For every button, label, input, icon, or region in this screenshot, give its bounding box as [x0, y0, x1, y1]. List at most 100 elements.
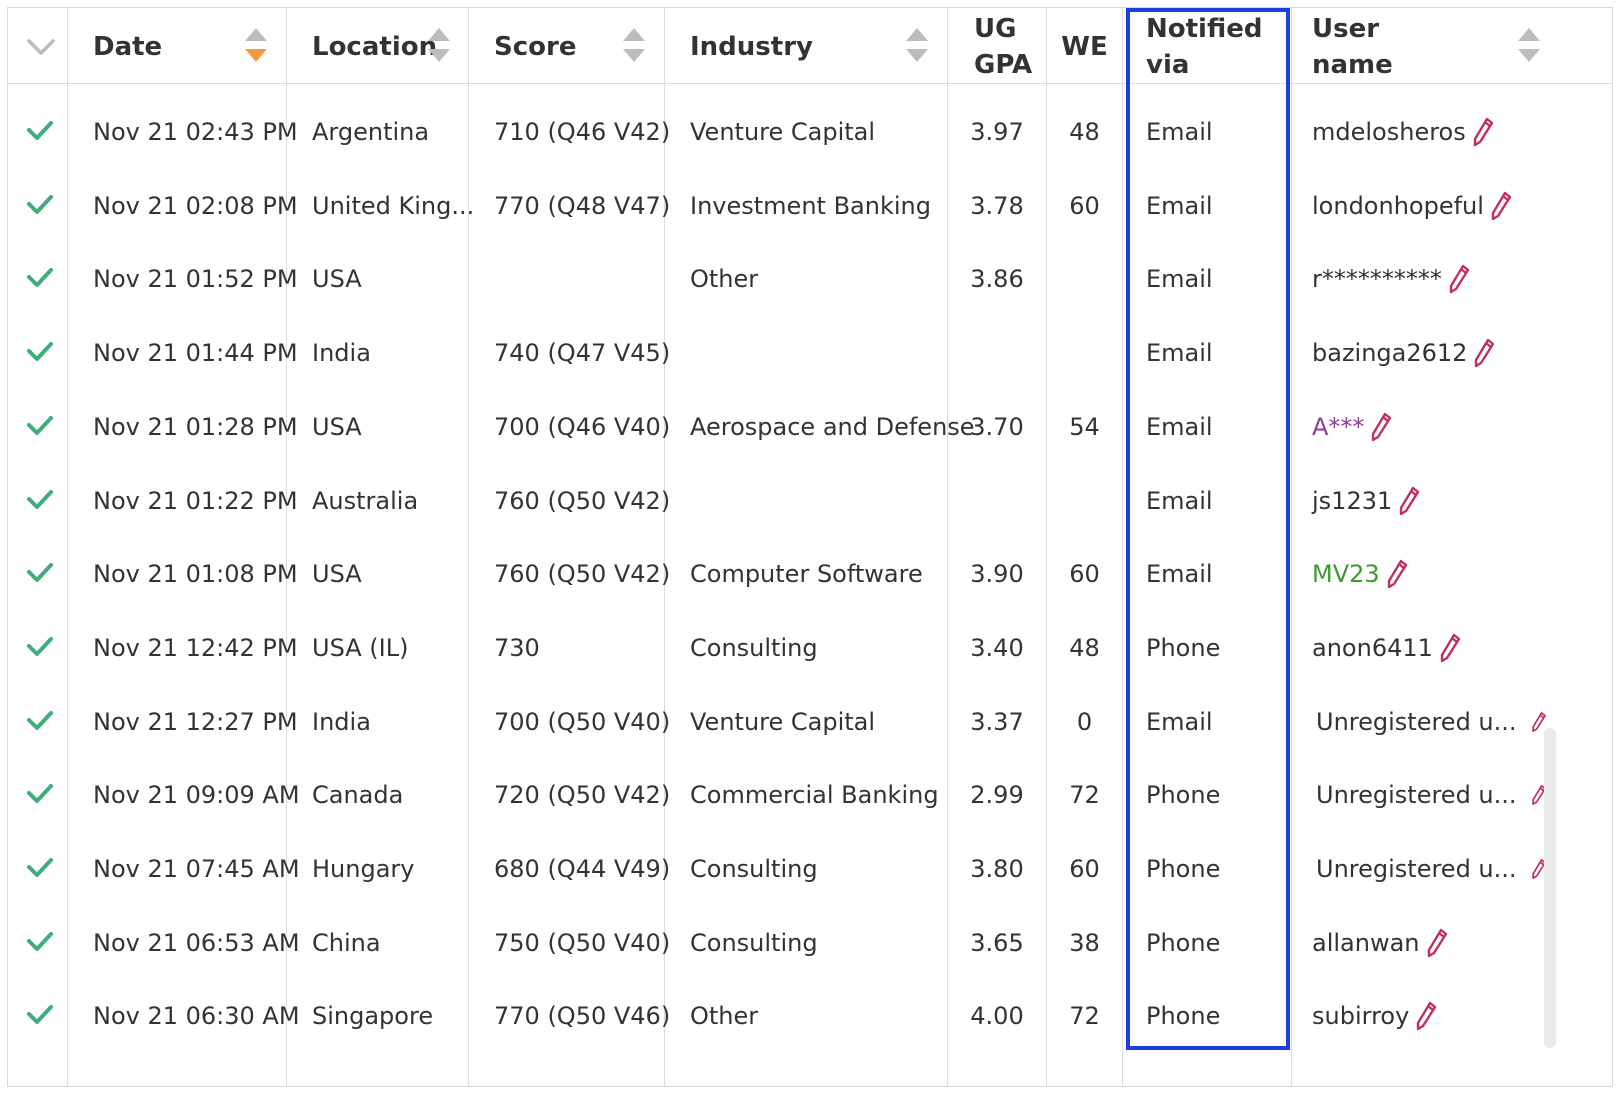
sort-up-icon [1518, 28, 1540, 41]
header-date-label: Date [93, 32, 163, 62]
username-link[interactable]: anon6411 [1312, 634, 1433, 662]
cell-score: 700 (Q50 V40) [494, 707, 671, 736]
table-row[interactable]: Nov 21 01:52 PM USA Other 3.86 Email r*******… [8, 241, 1612, 317]
sort-score-icon[interactable] [623, 28, 645, 62]
pencil-icon[interactable] [1415, 1001, 1437, 1031]
cell-we: 60 [1069, 855, 1100, 883]
header-industry[interactable]: Industry [690, 8, 930, 86]
sort-location-icon[interactable] [428, 28, 450, 62]
cell-score [494, 241, 664, 317]
cell-username: r********** [1312, 241, 1542, 317]
table-row[interactable]: Nov 21 02:43 PM Argentina 710 (Q46 V42) Ven… [8, 94, 1612, 170]
cell-we: 0 [1076, 707, 1093, 736]
cell-score: 710 (Q46 V42) [494, 118, 671, 146]
cell-gpa: 4.00 [970, 1002, 1024, 1031]
chevron-down-icon[interactable] [26, 38, 56, 56]
cell-we [1047, 463, 1122, 539]
pencil-icon[interactable] [1398, 486, 1420, 516]
scrollbar[interactable] [1544, 728, 1556, 1048]
check-icon [27, 931, 53, 951]
table-row[interactable]: Nov 21 12:27 PM India 700 (Q50 V40) Venture… [8, 684, 1612, 760]
cell-score: 760 (Q50 V42) [494, 486, 671, 515]
pencil-icon[interactable] [1370, 412, 1392, 442]
cell-score: 770 (Q48 V47) [494, 191, 671, 220]
cell-gpa [948, 463, 1046, 539]
pencil-icon[interactable] [1448, 264, 1470, 294]
cell-score: 700 (Q46 V40) [494, 412, 671, 441]
username-link[interactable]: js1231 [1312, 487, 1392, 515]
header-user-name[interactable]: User name [1312, 8, 1512, 86]
cell-industry: Consulting [690, 633, 818, 662]
cell-notified: Email [1146, 707, 1213, 736]
pencil-icon[interactable] [1426, 928, 1448, 958]
cell-we: 48 [1069, 633, 1100, 662]
username-link[interactable]: mdelosheros [1312, 118, 1466, 146]
sort-user-icon[interactable] [1518, 28, 1540, 62]
header-notified-line1: Notified [1146, 14, 1263, 44]
header-notified-line2: via [1146, 50, 1190, 80]
username-link[interactable]: Unregistered u... [1316, 855, 1517, 883]
cell-we: 54 [1069, 412, 1100, 441]
cell-username: bazinga2612 [1312, 315, 1542, 391]
cell-industry: Other [690, 1002, 759, 1031]
username-link[interactable]: A*** [1312, 413, 1364, 441]
username-link[interactable]: subirroy [1312, 1002, 1409, 1030]
table-row[interactable]: Nov 21 02:08 PM United King... 770 (Q48 V4… [8, 168, 1612, 244]
pencil-icon[interactable] [1473, 338, 1495, 368]
cell-location: Singapore [312, 1002, 434, 1031]
table-row[interactable]: Nov 21 01:44 PM India 740 (Q47 V45) Email ba… [8, 315, 1612, 391]
cell-gpa: 3.37 [970, 707, 1024, 736]
header-industry-label: Industry [690, 32, 813, 62]
check-icon [27, 415, 53, 435]
table-row[interactable]: Nov 21 06:53 AM China 750 (Q50 V40) Consult… [8, 905, 1612, 981]
pencil-icon[interactable] [1439, 633, 1461, 663]
cell-date: Nov 21 01:52 PM [93, 265, 298, 294]
cell-location: India [312, 707, 371, 736]
cell-score: 680 (Q44 V49) [494, 855, 671, 883]
cell-industry [690, 463, 947, 539]
sort-industry-icon[interactable] [906, 28, 928, 62]
table-row[interactable]: Nov 21 01:22 PM Australia 760 (Q50 V42) Ema… [8, 463, 1612, 539]
cell-notified: Phone [1146, 1002, 1221, 1031]
cell-gpa [948, 315, 1046, 391]
username-link[interactable]: bazinga2612 [1312, 339, 1467, 367]
cell-notified: Email [1146, 412, 1213, 441]
username-link[interactable]: Unregistered u... [1316, 781, 1517, 809]
cell-date: Nov 21 07:45 AM [93, 855, 300, 883]
header-user-line1: User [1312, 14, 1380, 44]
table-row[interactable]: Nov 21 01:28 PM USA 700 (Q46 V40) Aerospace… [8, 389, 1612, 465]
table-row[interactable]: Nov 21 01:08 PM USA 760 (Q50 V42) Computer … [8, 536, 1612, 612]
cell-date: Nov 21 06:53 AM [93, 928, 300, 957]
cell-we: 72 [1069, 781, 1100, 810]
header-select-cell[interactable] [8, 8, 67, 86]
table-row[interactable]: Nov 21 12:42 PM USA (IL) 730 Consulting 3.40… [8, 610, 1612, 686]
cell-location: Hungary [312, 855, 415, 883]
table-row[interactable]: Nov 21 07:45 AM Hungary 680 (Q44 V49) Consu… [8, 831, 1612, 907]
username-link[interactable]: allanwan [1312, 929, 1420, 957]
header-user-line2: name [1312, 50, 1393, 80]
username-link[interactable]: MV23 [1312, 560, 1380, 588]
cell-gpa: 3.86 [970, 265, 1024, 294]
cell-notified: Email [1146, 486, 1213, 515]
pencil-icon[interactable] [1386, 559, 1408, 589]
table-row[interactable]: Nov 21 09:09 AM Canada 720 (Q50 V42) Commer… [8, 757, 1612, 833]
cell-we [1047, 241, 1122, 317]
cell-we [1047, 315, 1122, 391]
sort-down-icon [1518, 49, 1540, 62]
pencil-icon[interactable] [1490, 191, 1512, 221]
username-link[interactable]: r********** [1312, 265, 1442, 293]
pencil-icon[interactable] [1472, 117, 1494, 147]
sort-date-icon[interactable] [245, 28, 267, 62]
cell-industry: Venture Capital [690, 118, 876, 146]
cell-notified: Email [1146, 191, 1213, 220]
cell-score: 740 (Q47 V45) [494, 339, 671, 368]
cell-username: subirroy [1312, 978, 1542, 1054]
table-row[interactable]: Nov 21 06:30 AM Singapore 770 (Q50 V46) Oth… [8, 978, 1612, 1054]
check-icon [27, 121, 53, 140]
cell-notified: Email [1146, 118, 1213, 146]
username-link[interactable]: Unregistered u... [1316, 708, 1517, 736]
cell-gpa: 2.99 [970, 781, 1024, 810]
sort-down-icon [245, 49, 267, 62]
cell-we: 60 [1069, 191, 1100, 220]
username-link[interactable]: londonhopeful [1312, 192, 1484, 220]
